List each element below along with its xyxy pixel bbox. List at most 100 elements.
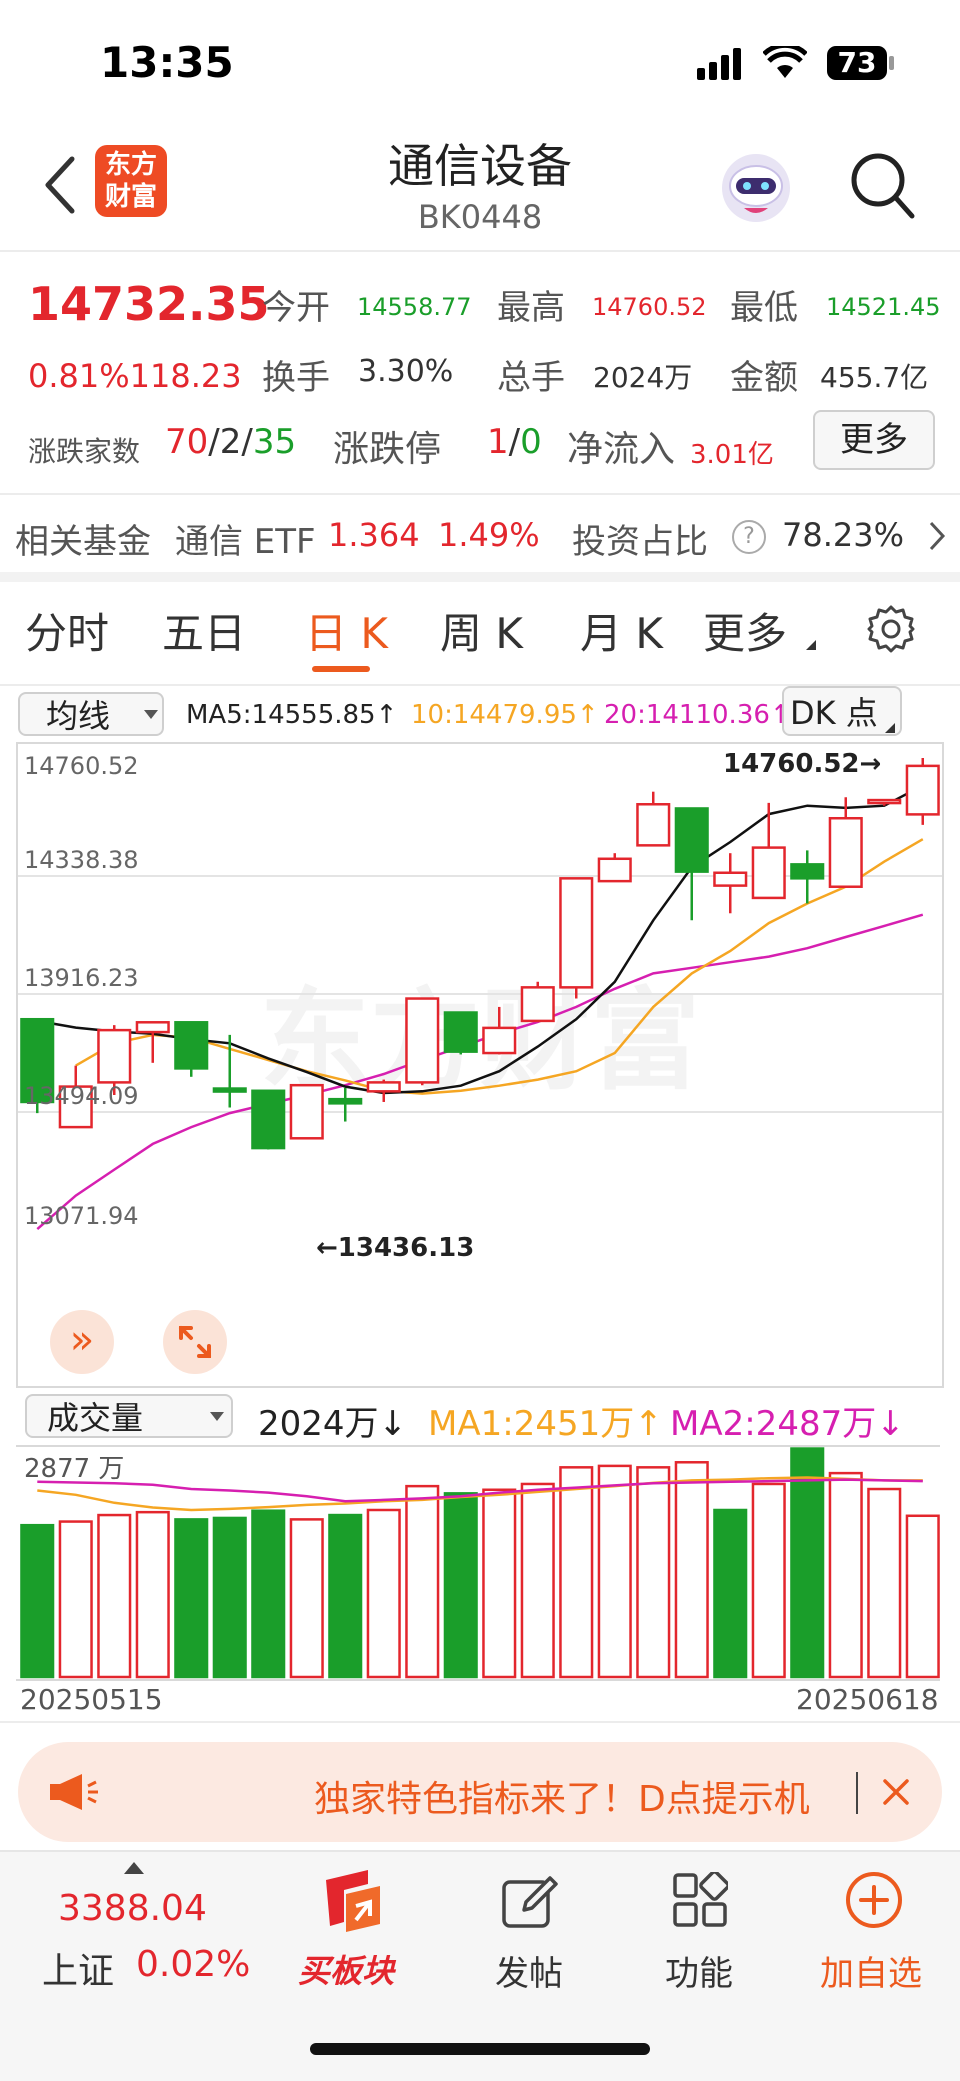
dk-point-button[interactable]: DK 点	[782, 686, 902, 736]
nav-post-label: 发帖	[495, 1954, 563, 1994]
amount-label: 金额	[730, 358, 798, 398]
sector-code: BK0448	[417, 198, 543, 236]
vol-ma2-value: MA2:2487万	[670, 1404, 877, 1444]
vol-ma1-legend: MA1:2451万↑	[428, 1404, 663, 1444]
more-button[interactable]: 更多	[813, 410, 935, 470]
nav-post[interactable]: 发帖	[480, 1864, 580, 2014]
open-label: 今开	[262, 288, 330, 328]
functions-grid-icon	[673, 1872, 728, 1927]
tab-weekly-k[interactable]: 周 K	[440, 600, 523, 661]
nav-add-watchlist-label: 加自选	[820, 1954, 922, 1994]
ma20-legend: 20:14110.36↑	[604, 700, 792, 730]
related-fund-row[interactable]: 相关基金 通信 ETF 1.364 1.49% 投资占比 ? 78.23%	[0, 500, 960, 570]
tab-monthly-k[interactable]: 月 K	[580, 600, 663, 661]
ma-select[interactable]: 均线	[18, 692, 164, 736]
fund-name: 通信 ETF	[175, 522, 316, 562]
tab-more[interactable]: 更多	[703, 600, 787, 661]
limit-values: 1/0	[487, 422, 542, 462]
help-icon[interactable]: ?	[732, 520, 766, 554]
tab-daily-k[interactable]: 日 K	[305, 600, 388, 661]
nav-buy-sector[interactable]: 买板块	[290, 1864, 420, 2014]
promo-text: 独家特色指标来了！D点提示机	[314, 1779, 810, 1820]
volume-legend: 2024万↓	[258, 1404, 408, 1444]
nav-functions[interactable]: 功能	[650, 1864, 750, 2014]
vol-ma2-legend: MA2:2487万↓	[670, 1404, 905, 1444]
turnover-value: 3.30%	[358, 354, 454, 389]
close-icon[interactable]	[880, 1776, 912, 1808]
ma5-legend: MA5:14555.85↑	[186, 700, 398, 730]
dk-point-label: DK 点	[790, 694, 878, 732]
ma10-value: 10:14479.95	[411, 700, 577, 730]
ma5-value: MA5:14555.85	[186, 700, 376, 730]
robot-assistant-icon[interactable]	[718, 150, 794, 226]
double-chevron-icon: »	[69, 1317, 95, 1363]
ma-select-label: 均线	[46, 697, 111, 735]
battery-tip	[889, 56, 894, 70]
chevron-right-icon	[929, 521, 946, 551]
amount-value: 455.7亿	[820, 361, 929, 394]
more-button-label: 更多	[840, 420, 908, 460]
date-start: 20250515	[20, 1683, 163, 1716]
status-time: 13:35	[100, 38, 234, 87]
nav-add-watchlist[interactable]: 加自选	[812, 1864, 932, 2014]
home-indicator	[310, 2043, 650, 2055]
page-title: 通信设备	[388, 139, 572, 193]
divider	[0, 1721, 960, 1723]
high-value: 14760.52	[592, 293, 707, 321]
indicator-select[interactable]: 成交量	[25, 1394, 233, 1438]
battery-level: 73	[837, 46, 877, 79]
fullscreen-button[interactable]	[163, 1310, 227, 1374]
volume-current: 2024万	[258, 1404, 379, 1444]
fund-pct: 1.49%	[438, 516, 540, 554]
index-up-triangle-icon	[124, 1862, 144, 1874]
limit-up: 1	[487, 422, 509, 462]
last-price: 14732.35	[28, 277, 270, 331]
battery-icon: 73	[827, 46, 887, 80]
megaphone-icon	[50, 1774, 98, 1810]
breadth-up: 70	[165, 422, 209, 462]
low-label: 最低	[730, 288, 798, 328]
settings-gear-icon[interactable]	[866, 604, 916, 654]
promo-banner[interactable]: 独家特色指标来了！D点提示机	[18, 1742, 942, 1842]
expand-chevron-button[interactable]: »	[50, 1310, 114, 1374]
text-caret	[856, 1772, 858, 1814]
bottom-nav: 3388.04 上证 0.02% 买板块 发帖 功能 加自选	[0, 1850, 960, 2081]
nav-buy-sector-label: 买板块	[298, 1952, 395, 1990]
open-value: 14558.77	[357, 293, 472, 321]
header: 东方 财富 通信设备 BK0448	[0, 120, 960, 250]
more-triangle-icon	[806, 640, 816, 650]
wifi-icon	[763, 46, 807, 78]
divider	[0, 250, 960, 252]
kline-frame	[16, 742, 944, 1388]
fund-price: 1.364	[328, 516, 420, 554]
add-circle-icon	[846, 1872, 902, 1928]
index-pct[interactable]: 0.02%	[136, 1944, 250, 1985]
fund-label: 相关基金	[15, 522, 151, 562]
low-value: 14521.45	[826, 293, 941, 321]
limit-down: 0	[520, 422, 542, 462]
active-tab-indicator	[312, 666, 370, 672]
date-end: 20250618	[796, 1683, 939, 1716]
price-change: 0.81%118.23	[28, 357, 242, 395]
investment-ratio-value: 78.23%	[782, 516, 905, 554]
vol-ma1-value: MA1:2451万	[428, 1404, 635, 1444]
index-name[interactable]: 上证	[42, 1942, 114, 1994]
indicator-select-label: 成交量	[47, 1399, 144, 1437]
netflow-label: 净流入	[567, 429, 676, 470]
volume-frame	[16, 1445, 940, 1681]
limit-slash: /	[508, 422, 521, 462]
limit-label: 涨跌停	[333, 429, 442, 470]
netflow-value: 3.01亿	[690, 440, 774, 470]
status-bar: 13:35 73	[0, 0, 960, 120]
tab-five-day[interactable]: 五日	[162, 600, 246, 661]
tab-intraday[interactable]: 分时	[25, 600, 109, 661]
index-value[interactable]: 3388.04	[58, 1888, 207, 1929]
indicator-caret-icon	[210, 1412, 224, 1421]
divider	[0, 493, 960, 495]
nav-functions-label: 功能	[665, 1954, 733, 1994]
breadth-down: 35	[252, 422, 297, 462]
breadth-label: 涨跌家数	[28, 435, 141, 468]
signal-icon	[697, 48, 741, 80]
search-icon[interactable]	[848, 150, 916, 222]
fullscreen-icon	[179, 1326, 211, 1358]
